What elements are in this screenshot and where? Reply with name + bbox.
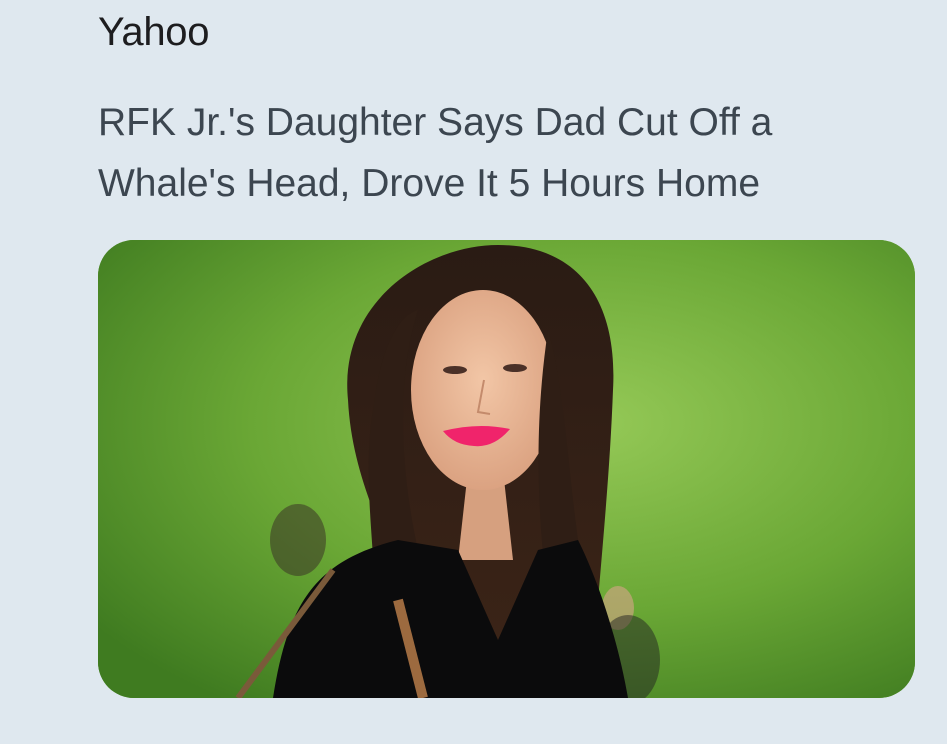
portrait-photo [98,240,915,698]
news-card[interactable]: Yahoo RFK Jr.'s Daughter Says Dad Cut Of… [0,0,947,744]
source-name: Yahoo [98,10,210,54]
article-headline[interactable]: RFK Jr.'s Daughter Says Dad Cut Off a Wh… [98,92,878,214]
article-thumbnail[interactable] [98,240,915,698]
